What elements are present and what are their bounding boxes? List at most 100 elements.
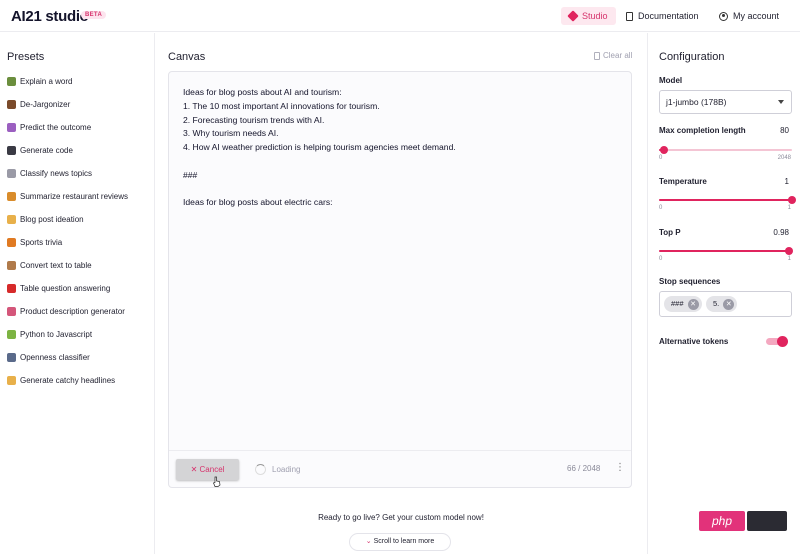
basketball-icon <box>7 238 16 247</box>
beta-badge: BETA <box>81 11 107 19</box>
crystal-ball-icon <box>7 123 16 132</box>
preset-item[interactable]: Predict the outcome <box>7 123 91 132</box>
preset-item-label: Convert text to table <box>20 261 92 270</box>
nav-studio[interactable]: Studio <box>561 7 616 25</box>
canvas-footer: ✕ Cancel Loading 66 / 2048 ⋮ <box>169 450 631 487</box>
caret-down-icon <box>778 100 784 104</box>
cta-text: Ready to go live? Get your custom model … <box>318 513 484 522</box>
canvas-text[interactable]: Ideas for blog posts about AI and touris… <box>183 86 456 210</box>
speaking-head-icon <box>7 353 16 362</box>
more-options-icon[interactable]: ⋮ <box>615 463 625 473</box>
preset-item-label: Predict the outcome <box>20 123 92 132</box>
model-label: Model <box>659 76 683 85</box>
laptop-icon <box>7 146 16 155</box>
shopping-bag-icon <box>7 307 16 316</box>
clear-all-button[interactable]: Clear all <box>594 51 632 60</box>
max-length-value: 80 <box>780 126 789 135</box>
stop-chip-label: 5. <box>713 299 720 308</box>
scroll-to-learn-more-button[interactable]: ⌄ Scroll to learn more <box>349 533 451 551</box>
top-p-slider[interactable] <box>659 247 794 255</box>
preset-item[interactable]: Product description generator <box>7 307 125 316</box>
slider-fill <box>659 199 792 201</box>
alternative-tokens-label: Alternative tokens <box>659 337 729 346</box>
model-select[interactable]: j1-jumbo (178B) <box>659 90 792 114</box>
preset-item-label: Generate catchy headlines <box>20 376 116 385</box>
preset-item[interactable]: Openness classifier <box>7 353 90 362</box>
token-counter: 66 / 2048 <box>567 464 601 473</box>
preset-item-label: Table question answering <box>20 284 111 293</box>
preset-item-label: Generate code <box>20 146 73 155</box>
preset-item-label: Classify news topics <box>20 169 93 178</box>
cancel-button[interactable]: ✕ Cancel <box>176 459 239 480</box>
question-mark-icon <box>7 284 16 293</box>
php-logo: php <box>699 511 745 531</box>
alternative-tokens-toggle[interactable] <box>766 336 788 347</box>
presets-title: Presets <box>7 51 45 63</box>
cube-icon <box>567 10 579 22</box>
toggle-knob <box>777 336 788 347</box>
burger-icon <box>7 192 16 201</box>
stop-sequences-input[interactable]: ### ✕ 5. ✕ <box>659 291 792 317</box>
preset-item[interactable]: Classify news topics <box>7 169 92 178</box>
user-icon <box>719 11 728 21</box>
top-p-max: 1 <box>787 256 791 262</box>
preset-item-label: Summarize restaurant reviews <box>20 192 129 201</box>
stop-sequences-label: Stop sequences <box>659 277 721 286</box>
preset-item-label: Blog post ideation <box>20 215 84 224</box>
max-length-max: 2048 <box>777 155 791 161</box>
canvas-title: Canvas <box>168 51 206 63</box>
logo[interactable]: AI21 studio <box>11 8 89 25</box>
preset-item[interactable]: Summarize restaurant reviews <box>7 192 128 201</box>
nav-studio-label: Studio <box>582 11 608 21</box>
max-length-slider[interactable] <box>659 146 792 154</box>
stop-chip-label: ### <box>671 299 684 308</box>
watermark-dark-block <box>747 511 787 531</box>
loading-label: Loading <box>272 465 301 474</box>
preset-item-label: Explain a word <box>20 77 73 86</box>
spinner-icon <box>255 464 266 475</box>
trash-icon <box>594 51 600 60</box>
temperature-label: Temperature <box>659 177 707 186</box>
cancel-label: Cancel <box>199 465 225 474</box>
nav-my-account[interactable]: My account <box>719 7 779 25</box>
preset-item[interactable]: Generate code <box>7 146 73 155</box>
chevron-down-icon: ⌄ <box>365 538 372 545</box>
preset-item[interactable]: De-Jargonizer <box>7 100 70 109</box>
preset-item-label: Python to Javascript <box>20 330 93 339</box>
snake-icon <box>7 330 16 339</box>
preset-item[interactable]: Generate catchy headlines <box>7 376 115 385</box>
remove-icon[interactable]: ✕ <box>687 298 699 310</box>
top-p-label: Top P <box>659 228 681 237</box>
top-p-value: 0.98 <box>773 228 789 237</box>
max-length-min: 0 <box>659 155 663 161</box>
temperature-slider[interactable] <box>659 196 796 204</box>
preset-item-label: Openness classifier <box>20 353 90 362</box>
temperature-max: 1 <box>787 205 791 211</box>
canvas-editor[interactable]: Ideas for blog posts about AI and touris… <box>168 71 632 488</box>
preset-item[interactable]: Sports trivia <box>7 238 62 247</box>
preset-item-label: Sports trivia <box>20 238 63 247</box>
configuration-panel: Configuration Model j1-jumbo (178B) Max … <box>647 33 800 554</box>
scroll-label: Scroll to learn more <box>373 538 435 545</box>
preset-item[interactable]: Table question answering <box>7 284 110 293</box>
slider-fill <box>659 250 790 252</box>
preset-item[interactable]: Explain a word <box>7 77 72 86</box>
slider-thumb[interactable] <box>660 146 669 154</box>
model-value: j1-jumbo (178B) <box>666 97 727 107</box>
max-length-label: Max completion length <box>659 126 746 135</box>
stop-chip: 5. ✕ <box>706 296 738 312</box>
preset-item[interactable]: Python to Javascript <box>7 330 92 339</box>
php-watermark: php <box>699 511 787 531</box>
preset-item[interactable]: Convert text to table <box>7 261 92 270</box>
top-p-min: 0 <box>659 256 663 262</box>
remove-icon[interactable]: ✕ <box>723 298 735 310</box>
preset-item[interactable]: Blog post ideation <box>7 215 84 224</box>
nav-documentation[interactable]: Documentation <box>626 7 699 25</box>
preset-item-label: Product description generator <box>20 307 125 316</box>
newspaper-icon <box>7 169 16 178</box>
hand-cursor-icon <box>213 476 221 487</box>
slider-thumb[interactable] <box>785 247 794 255</box>
close-icon: ✕ <box>190 465 198 474</box>
stop-chip: ### ✕ <box>664 296 702 312</box>
slider-thumb[interactable] <box>788 196 796 204</box>
